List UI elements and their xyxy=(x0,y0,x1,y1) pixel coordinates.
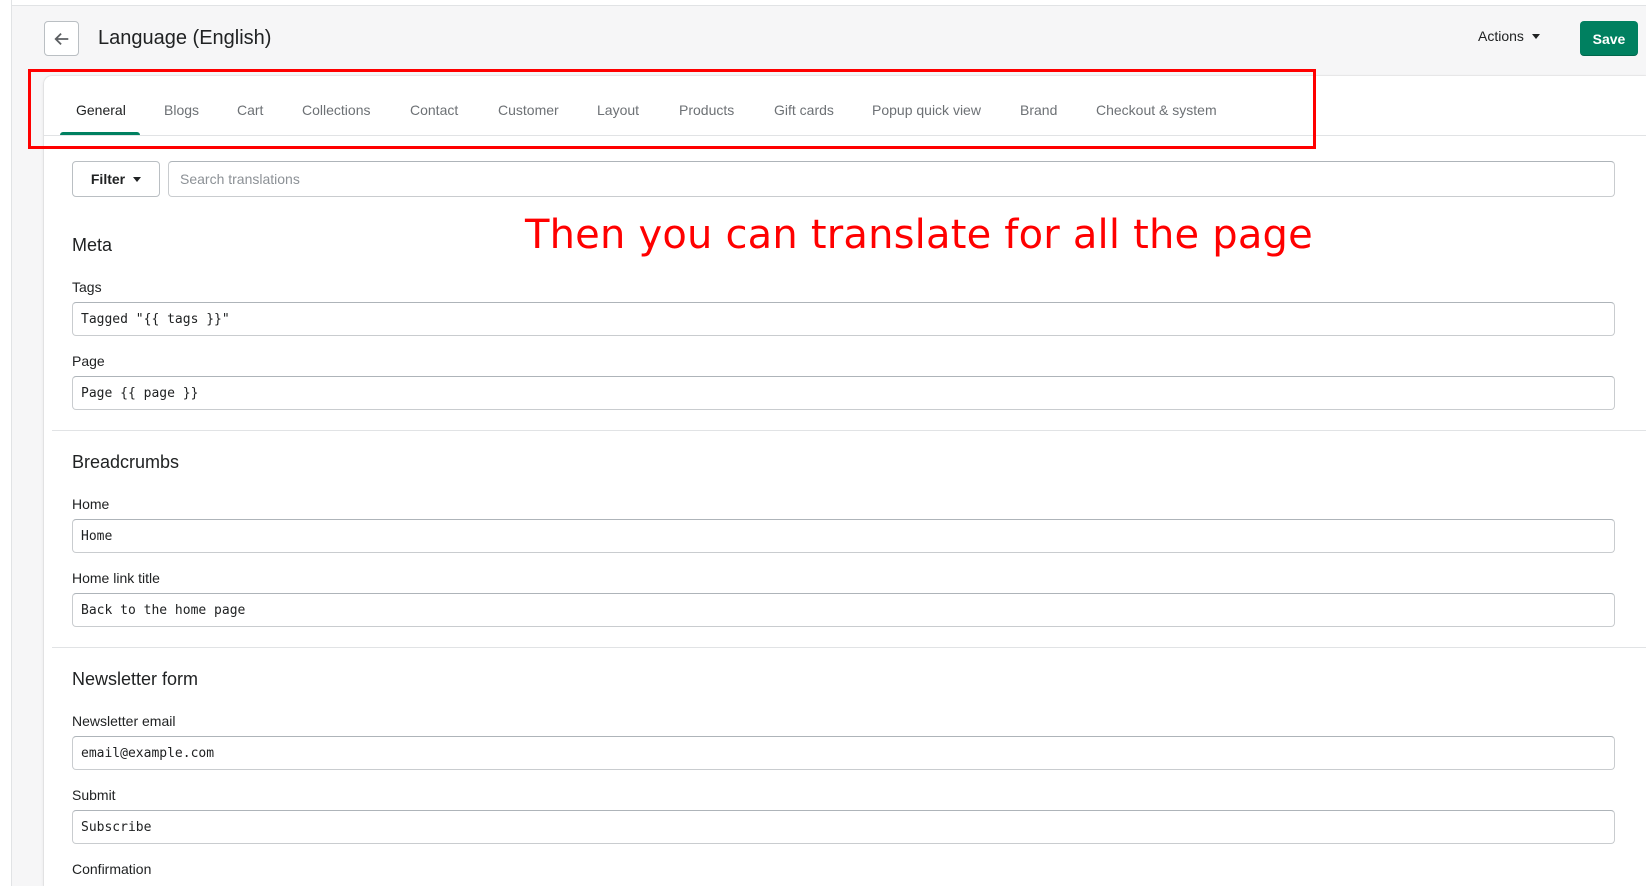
left-rail xyxy=(0,0,12,886)
tab-customer[interactable]: Customer xyxy=(498,102,559,118)
top-strip xyxy=(0,0,1646,6)
active-tab-indicator xyxy=(60,132,140,135)
page-title: Language (English) xyxy=(98,27,272,49)
newsletter-email-field[interactable] xyxy=(72,736,1615,770)
field-label-newsletter-email: Newsletter email xyxy=(72,713,176,729)
tags-field[interactable] xyxy=(72,302,1615,336)
tab-checkout-system[interactable]: Checkout & system xyxy=(1096,102,1217,118)
save-button[interactable]: Save xyxy=(1580,21,1638,56)
tab-gift-cards[interactable]: Gift cards xyxy=(774,102,834,118)
field-label-tags: Tags xyxy=(72,279,102,295)
filter-button[interactable]: Filter xyxy=(72,161,160,197)
tab-bar: General Blogs Cart Collections Contact C… xyxy=(44,76,1646,136)
submit-field[interactable] xyxy=(72,810,1615,844)
tab-cart[interactable]: Cart xyxy=(237,102,263,118)
caret-down-icon xyxy=(133,176,142,182)
page-field[interactable] xyxy=(72,376,1615,410)
caret-down-icon xyxy=(1531,33,1540,39)
tab-general[interactable]: General xyxy=(76,102,126,118)
field-label-home: Home xyxy=(72,496,110,512)
filter-label: Filter xyxy=(90,171,126,187)
actions-label: Actions xyxy=(1478,28,1524,44)
section-divider xyxy=(52,430,1646,431)
actions-menu-button[interactable]: Actions xyxy=(1478,28,1540,44)
tab-layout[interactable]: Layout xyxy=(597,102,639,118)
home-field[interactable] xyxy=(72,519,1615,553)
section-title-newsletter: Newsletter form xyxy=(72,669,199,689)
field-label-home-link-title: Home link title xyxy=(72,570,160,586)
tab-blogs[interactable]: Blogs xyxy=(164,102,199,118)
search-input[interactable] xyxy=(168,161,1615,197)
home-link-title-field[interactable] xyxy=(72,593,1615,627)
field-label-submit: Submit xyxy=(72,787,116,803)
tab-products[interactable]: Products xyxy=(679,102,734,118)
section-divider xyxy=(52,647,1646,648)
field-label-page: Page xyxy=(72,353,105,369)
tab-brand[interactable]: Brand xyxy=(1020,102,1057,118)
tab-contact[interactable]: Contact xyxy=(410,102,458,118)
section-title-meta: Meta xyxy=(72,235,113,255)
tab-collections[interactable]: Collections xyxy=(302,102,370,118)
back-button[interactable] xyxy=(44,21,79,56)
tab-popup-quick-view[interactable]: Popup quick view xyxy=(872,102,981,118)
field-label-confirmation: Confirmation xyxy=(72,861,152,877)
annotation-text: Then you can translate for all the page xyxy=(525,212,1313,258)
arrow-left-icon xyxy=(53,32,68,45)
section-title-breadcrumbs: Breadcrumbs xyxy=(72,452,180,472)
